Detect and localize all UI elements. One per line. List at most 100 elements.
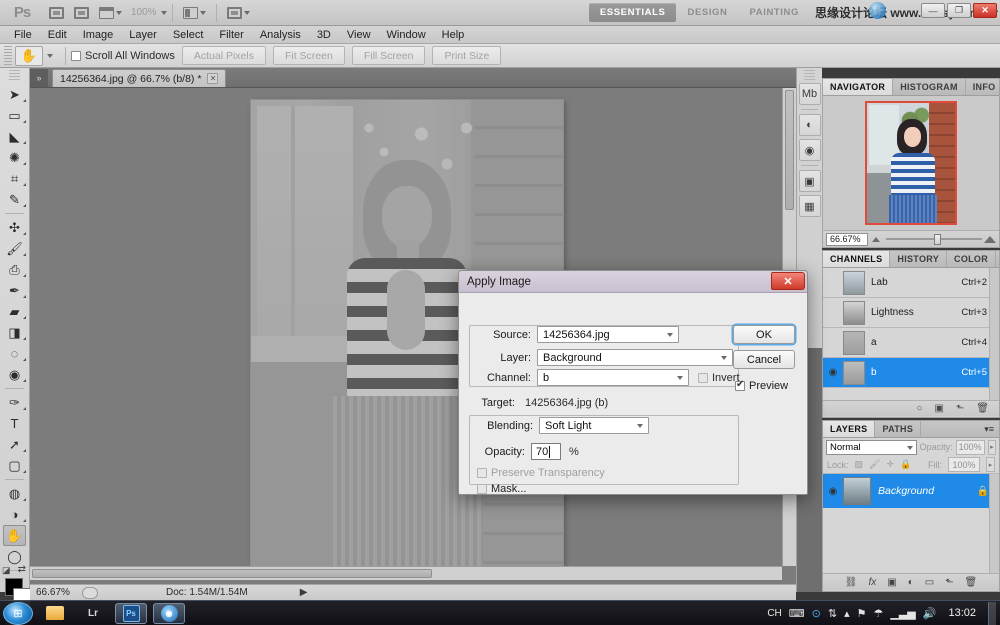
taskbar-lightroom[interactable]: Lr (77, 603, 109, 624)
antivirus-icon[interactable]: ☂ (874, 607, 884, 620)
link-layers-button[interactable]: ⛓ (845, 577, 858, 588)
zoom-in-icon[interactable] (984, 236, 996, 243)
workspace-design[interactable]: DESIGN (676, 3, 738, 22)
signal-icon[interactable]: ▁▃▅ (890, 607, 915, 620)
fit-screen-button[interactable]: Fit Screen (273, 46, 345, 65)
channel-row-lab[interactable]: Lab Ctrl+2 (823, 268, 999, 298)
layer-style-button[interactable]: fx (868, 577, 876, 588)
hand-tool[interactable]: ✋ (3, 525, 26, 546)
gradient-tool[interactable]: ◨ (0, 322, 29, 343)
eraser-tool[interactable]: ▰ (0, 301, 29, 322)
blur-tool[interactable]: ◌ (0, 343, 29, 364)
scrollbar-thumb[interactable] (785, 90, 794, 210)
layers-panel-menu-icon[interactable]: ▾≡ (979, 421, 999, 437)
swap-colors-icon[interactable]: ⇄ (18, 564, 26, 575)
close-button[interactable]: ✕ (973, 3, 997, 18)
volume-icon[interactable]: 🔊 (923, 607, 937, 620)
channel-row-b[interactable]: ◉ b Ctrl+5 (823, 358, 999, 388)
tab-history[interactable]: HISTORY (890, 251, 947, 267)
minimize-button[interactable]: — (921, 3, 945, 18)
hand-tool-icon[interactable]: ✋ (15, 46, 43, 66)
invert-checkbox[interactable] (698, 373, 708, 383)
brush-tool[interactable]: 🖌 (0, 238, 29, 259)
tab-color[interactable]: COLOR (947, 251, 996, 267)
delete-channel-button[interactable]: 🗑 (976, 403, 989, 414)
delete-layer-button[interactable]: 🗑 (965, 577, 978, 588)
menu-help[interactable]: Help (434, 27, 473, 43)
lasso-tool[interactable]: ◣ (0, 126, 29, 147)
tab-histogram[interactable]: HISTOGRAM (893, 79, 966, 95)
path-selection-tool[interactable]: ➚ (0, 434, 29, 455)
marquee-tool[interactable]: ▭ (0, 105, 29, 126)
mask-checkbox[interactable] (477, 484, 487, 494)
lock-transparency-icon[interactable]: ▨ (855, 459, 864, 470)
default-colors-icon[interactable]: ◪ (2, 565, 11, 576)
workspace-painting[interactable]: PAINTING (739, 3, 810, 22)
tab-channels[interactable]: CHANNELS (823, 251, 890, 267)
lock-image-icon[interactable]: 🖌 (869, 459, 880, 470)
new-layer-button[interactable]: ⬑ (945, 577, 953, 588)
type-tool[interactable]: T (0, 413, 29, 434)
opacity-stepper[interactable]: ▸ (988, 440, 996, 455)
tab-info[interactable]: INFO (966, 79, 1000, 95)
channels-panel-menu-icon[interactable]: ▾≡ (996, 251, 1000, 267)
screen-mode-icon[interactable] (223, 3, 254, 23)
taskbar-explorer[interactable] (39, 603, 71, 624)
print-size-button[interactable]: Print Size (432, 46, 501, 65)
ok-button[interactable]: OK (733, 325, 795, 344)
preview-checkbox[interactable] (735, 381, 745, 391)
flag-warning-icon[interactable]: ⚑ (857, 607, 867, 620)
scroll-all-windows-checkbox[interactable] (71, 51, 81, 61)
close-icon[interactable]: ✕ (207, 73, 218, 84)
zoom-chevron-down-icon[interactable] (161, 11, 167, 15)
pen-tool[interactable]: ✑ (0, 392, 29, 413)
status-menu-arrow-icon[interactable]: ▶ (300, 587, 308, 598)
menu-analysis[interactable]: Analysis (252, 27, 309, 43)
channel-select[interactable]: b (537, 369, 689, 386)
menu-layer[interactable]: Layer (121, 27, 165, 43)
navigator-preview[interactable] (823, 96, 999, 230)
navigator-thumbnail[interactable] (865, 101, 957, 225)
visibility-icon[interactable]: ◉ (823, 367, 843, 378)
channel-row-a[interactable]: a Ctrl+4 (823, 328, 999, 358)
scrollbar-thumb[interactable] (32, 569, 432, 578)
canvas-horizontal-scrollbar[interactable] (30, 566, 782, 580)
apply-image-dialog[interactable]: Apply Image ✕ Source: 14256364.jpg Layer… (458, 270, 808, 495)
dodge-tool[interactable]: ◉ (0, 364, 29, 385)
move-tool[interactable]: ➤ (0, 84, 29, 105)
workspace-essentials[interactable]: ESSENTIALS (589, 3, 677, 22)
tool-preset-chevron-down-icon[interactable] (47, 54, 53, 58)
view-extras-icon[interactable] (95, 3, 126, 23)
masks-dock-icon[interactable]: ◉ (799, 139, 821, 161)
add-layer-mask-button[interactable]: ▣ (887, 577, 896, 588)
bridge-icon[interactable] (45, 3, 68, 23)
tab-paths[interactable]: PATHS (875, 421, 921, 437)
save-selection-as-channel-button[interactable]: ▣ (934, 403, 943, 414)
start-button[interactable]: ⊞ (3, 602, 33, 625)
lock-position-icon[interactable]: ✛ (886, 459, 894, 470)
menu-3d[interactable]: 3D (309, 27, 339, 43)
tools-panel-grip[interactable] (9, 70, 20, 82)
menu-view[interactable]: View (339, 27, 379, 43)
rectangle-tool[interactable]: ▢ (0, 455, 29, 476)
slider-knob[interactable] (934, 234, 941, 245)
eyedropper-tool[interactable]: ✎ (0, 189, 29, 210)
mini-bridge-icon[interactable] (70, 3, 93, 23)
cancel-button[interactable]: Cancel (733, 350, 795, 369)
layers-scrollbar[interactable] (989, 474, 999, 573)
menu-image[interactable]: Image (75, 27, 122, 43)
preserve-transparency-row[interactable]: Preserve Transparency (477, 467, 605, 479)
fill-value[interactable]: 100% (948, 457, 980, 472)
tab-navigator[interactable]: NAVIGATOR (823, 79, 893, 95)
source-select[interactable]: 14256364.jpg (537, 326, 679, 343)
navigator-zoom-slider[interactable] (872, 233, 996, 246)
create-new-channel-button[interactable]: ⬑ (956, 403, 964, 414)
zoom-out-icon[interactable] (872, 237, 880, 242)
help-icon[interactable]: ⊙ (812, 607, 821, 620)
keyboard-icon[interactable]: ⌨ (789, 607, 805, 620)
menu-window[interactable]: Window (379, 27, 434, 43)
dialog-close-button[interactable]: ✕ (771, 272, 805, 290)
channels-scrollbar[interactable] (989, 268, 999, 400)
menu-select[interactable]: Select (165, 27, 212, 43)
clone-stamp-tool[interactable]: ⎙ (0, 259, 29, 280)
